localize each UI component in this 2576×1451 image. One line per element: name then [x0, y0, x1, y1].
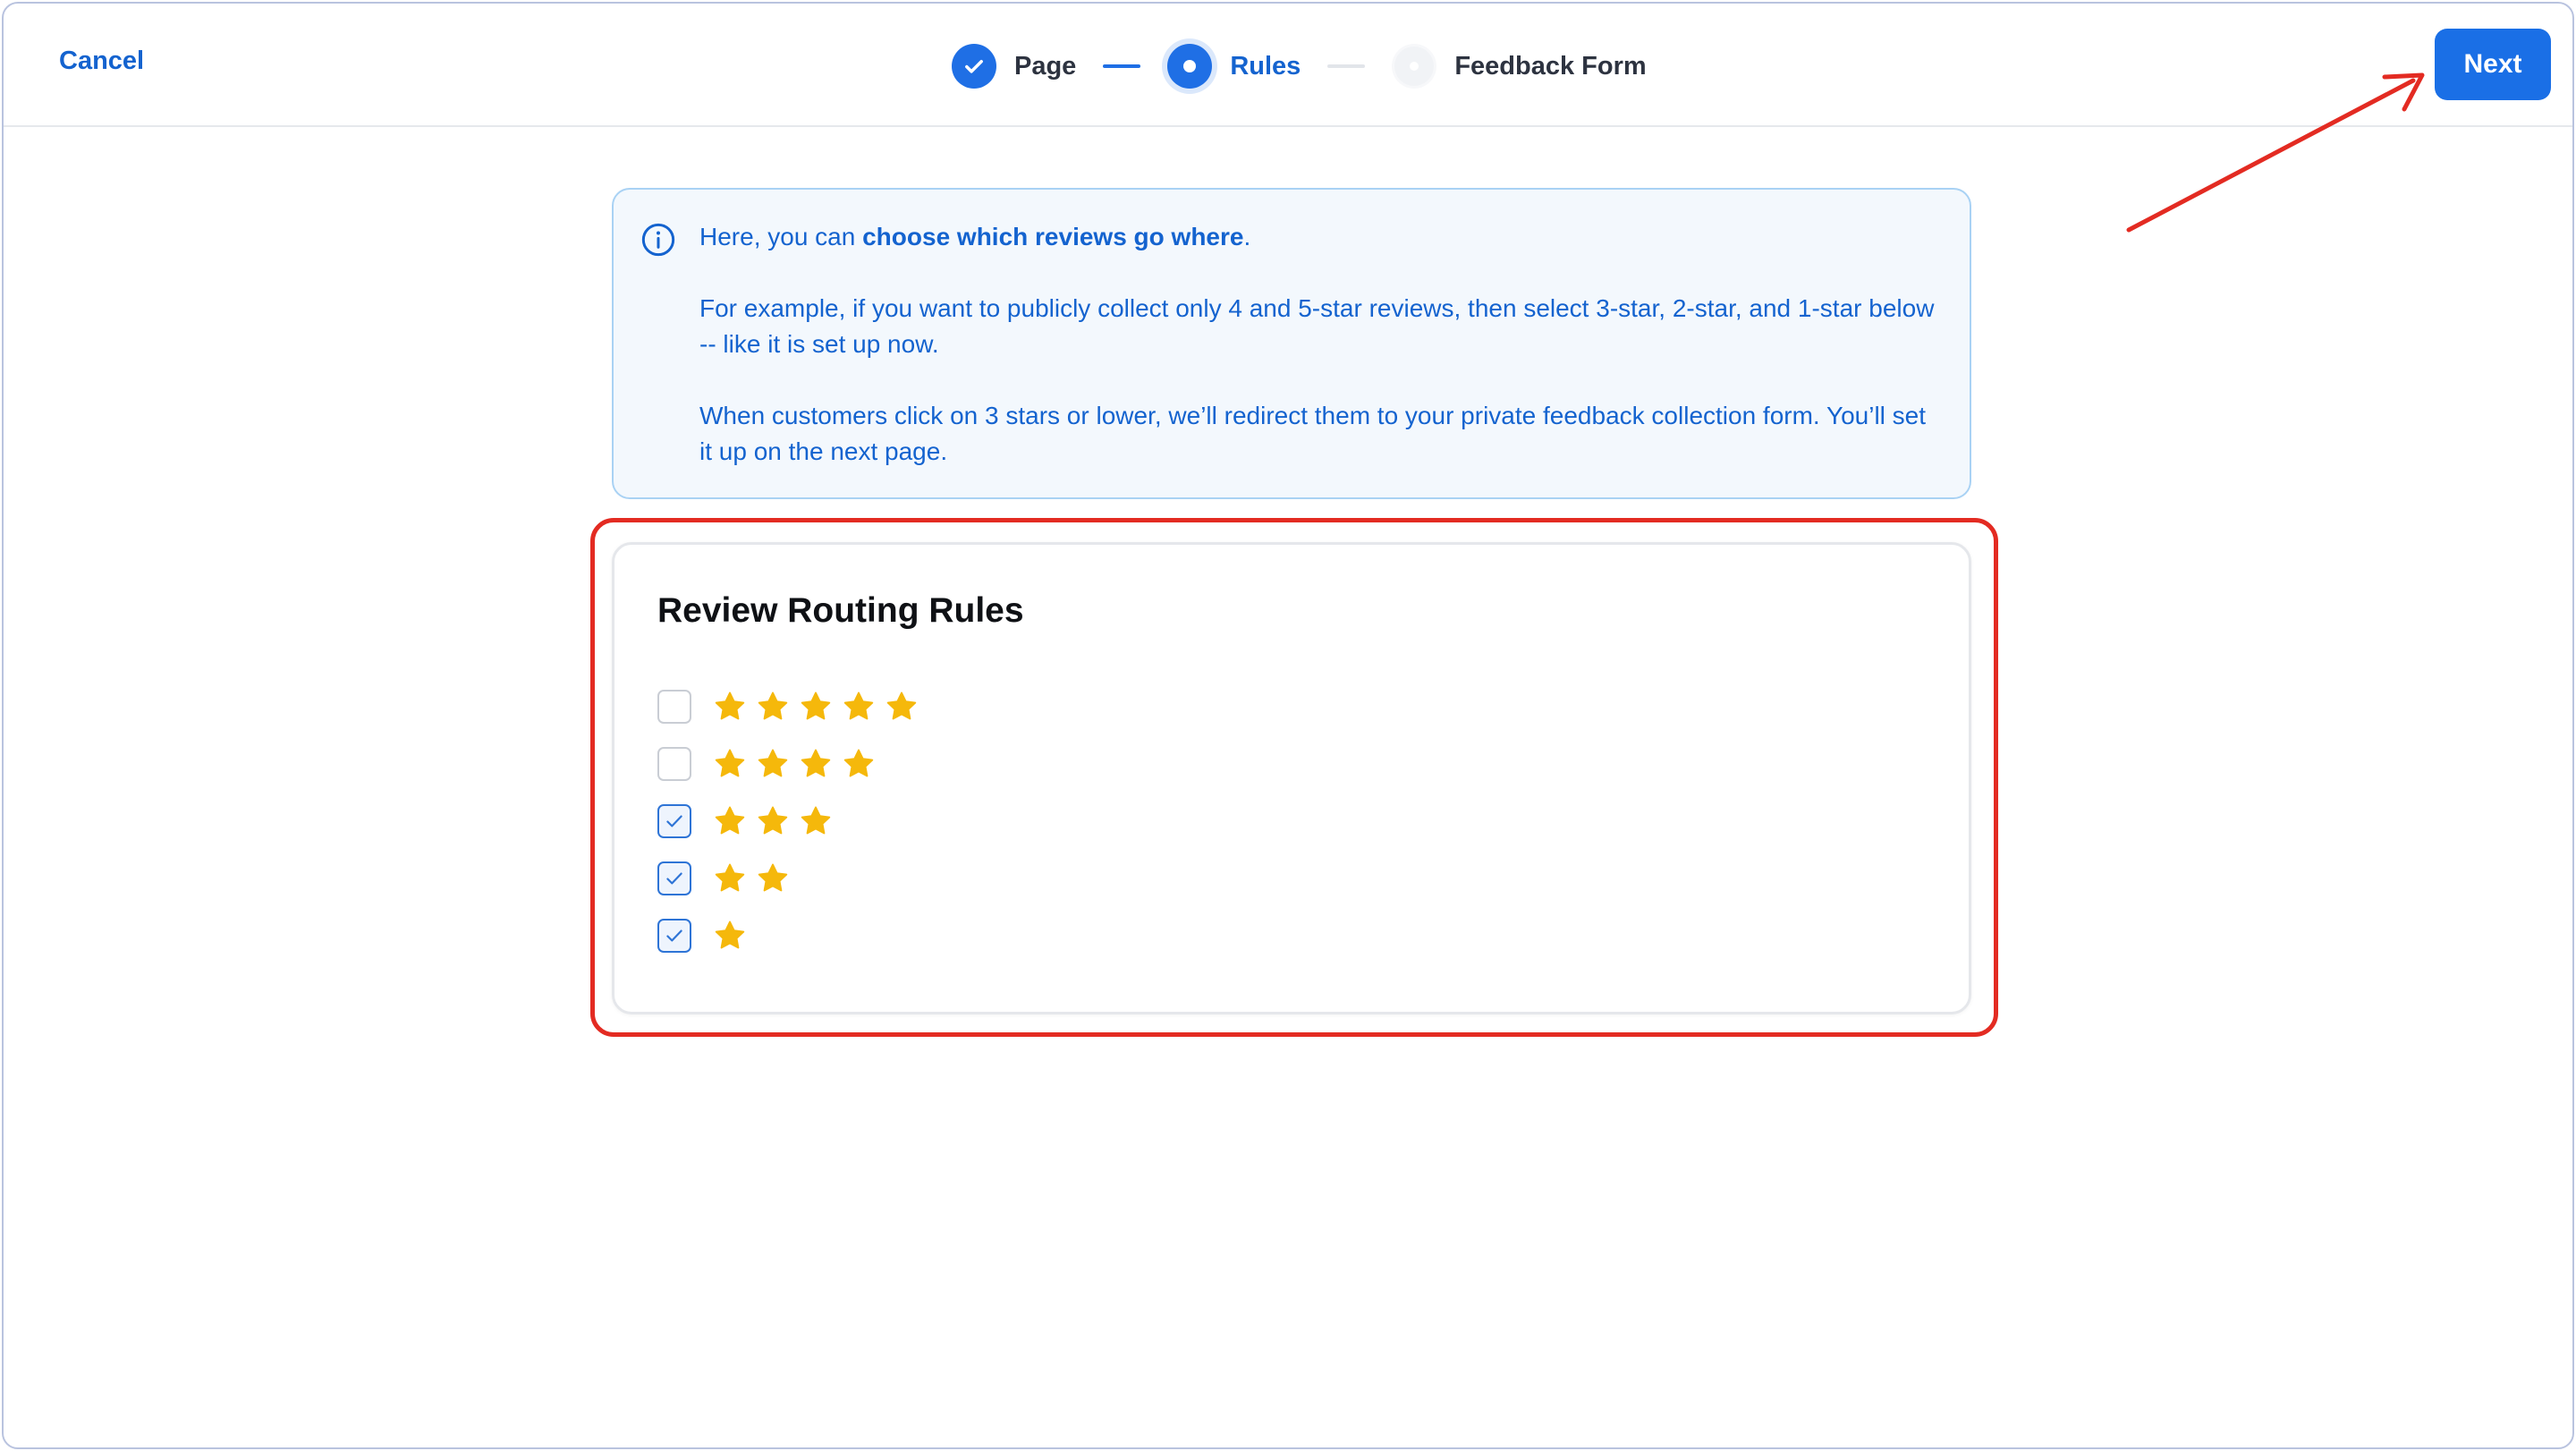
annotation-arrow-icon	[2126, 72, 2425, 233]
